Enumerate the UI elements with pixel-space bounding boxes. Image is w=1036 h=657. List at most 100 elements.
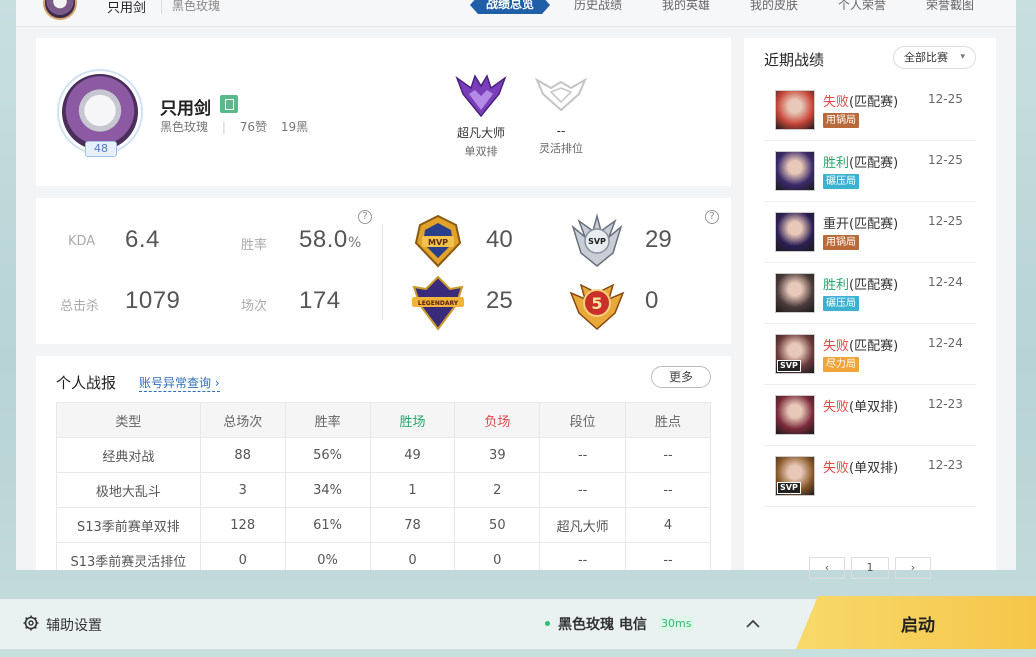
table-row: S13季前赛单双排 128 61% 78 50 超凡大师 4: [56, 507, 711, 543]
legendary-count: 25: [486, 287, 513, 314]
nav-server-name: 黑色玫瑰: [161, 0, 220, 14]
stats-card: KDA 6.4 胜率 58.0 % ? 总击杀 1079 场次 174 ? MV…: [36, 198, 731, 344]
cell: 0: [454, 542, 541, 570]
match-result: 失败(单双排): [823, 396, 898, 415]
result-text: 失败: [823, 339, 850, 354]
svp-medal-text: SVP: [588, 237, 606, 246]
table-row: 极地大乱斗 3 34% 1 2 -- --: [56, 472, 711, 508]
cell: 39: [454, 437, 541, 473]
bottom-edge: [0, 649, 1036, 657]
champion-portrait: [775, 212, 815, 252]
svp-badge: SVP: [777, 482, 801, 494]
match-row[interactable]: 重开(匹配赛) 用锅局 12-25: [764, 202, 976, 263]
pentakill-medal-icon: 5: [569, 283, 625, 331]
tab-honors[interactable]: 个人荣誉: [838, 0, 886, 13]
cell: 34%: [284, 472, 371, 508]
svp-badge: SVP: [777, 360, 801, 372]
cell: S13季前赛单双排: [56, 507, 201, 543]
match-result: 失败(匹配赛): [823, 91, 898, 110]
gear-icon[interactable]: [22, 614, 40, 632]
medals-help-icon[interactable]: ?: [705, 210, 719, 224]
cell: 1: [369, 472, 456, 508]
rank-flex-queue: 灵活排位: [539, 142, 583, 155]
match-row[interactable]: SVP 失败(匹配赛) 尽力局 12-24: [764, 324, 976, 385]
match-date: 12-23: [928, 397, 963, 411]
tab-history[interactable]: 历史战绩: [574, 0, 622, 13]
winrate-unit: %: [348, 235, 362, 251]
chevron-down-icon: ▾: [960, 52, 965, 62]
match-mode: (匹配赛): [849, 278, 899, 293]
assist-settings-button[interactable]: 辅助设置: [46, 615, 102, 635]
personal-report-card: 个人战报 账号异常查询 › 更多 类型 总场次 胜率 胜场 负场 段位 胜点 经…: [36, 356, 731, 570]
account-check-link[interactable]: 账号异常查询 ›: [139, 374, 220, 392]
match-filter-dropdown[interactable]: 全部比赛 ▾: [893, 46, 976, 69]
match-date: 12-25: [928, 214, 963, 228]
col-losses: 负场: [454, 402, 541, 438]
prev-page-button[interactable]: ‹: [809, 557, 845, 579]
tab-honor-screenshots[interactable]: 荣誉截图: [926, 0, 974, 13]
champion-portrait: [775, 90, 815, 130]
ping-badge: 30ms: [658, 616, 695, 631]
stats-help-icon[interactable]: ?: [358, 210, 372, 224]
profile-subline: 黑色玫瑰 | 76赞 19黑: [160, 118, 318, 135]
chevron-up-icon[interactable]: [745, 616, 761, 632]
match-row[interactable]: SVP 失败(单双排) 12-23: [764, 446, 976, 507]
cell: 78: [369, 507, 456, 543]
cell: 经典对战: [56, 437, 201, 473]
match-row[interactable]: 失败(单双排) 12-23: [764, 385, 976, 446]
match-date: 12-24: [928, 336, 963, 350]
match-row[interactable]: 胜利(匹配赛) 碾压局 12-24: [764, 263, 976, 324]
match-date: 12-25: [928, 92, 963, 106]
match-row[interactable]: 胜利(匹配赛) 碾压局 12-25: [764, 141, 976, 202]
cell: 0: [369, 542, 456, 570]
mvp-medal-text: MVP: [428, 238, 448, 247]
match-row[interactable]: 失败(匹配赛) 用锅局 12-25: [764, 80, 976, 141]
copy-icon[interactable]: [220, 95, 238, 113]
table-row: 经典对战 88 56% 49 39 -- --: [56, 437, 711, 473]
champion-portrait: [775, 273, 815, 313]
cell: 61%: [284, 507, 371, 543]
page-number[interactable]: 1: [851, 557, 889, 579]
next-page-button[interactable]: ›: [895, 557, 931, 579]
tab-my-skins[interactable]: 我的皮肤: [750, 0, 798, 13]
result-text: 失败: [823, 95, 850, 110]
cell: 4: [625, 507, 711, 543]
more-button[interactable]: 更多: [651, 366, 711, 388]
rank-solo-queue: 单双排: [464, 145, 498, 158]
rank-solo[interactable]: 超凡大师 单双排: [441, 74, 521, 159]
chevron-right-icon: ›: [214, 376, 220, 390]
cell: 超凡大师: [539, 507, 627, 543]
result-text: 重开: [823, 217, 850, 232]
blacks-count: 19黑: [280, 120, 309, 134]
account-check-label: 账号异常查询: [139, 376, 212, 390]
tab-my-heroes[interactable]: 我的英雄: [662, 0, 710, 13]
match-tag: 用锅局: [823, 235, 859, 250]
svp-medal-icon: SVP: [571, 213, 623, 267]
match-result: 重开(匹配赛): [823, 213, 898, 232]
match-tag: 用锅局: [823, 113, 859, 128]
pentakill-count: 0: [645, 287, 659, 314]
cell: 3: [199, 472, 286, 508]
nav-avatar[interactable]: [43, 0, 77, 20]
start-button[interactable]: 启动: [796, 596, 1036, 649]
server-select[interactable]: 黑色玫瑰 电信: [558, 614, 647, 634]
match-result: 胜利(匹配赛): [823, 152, 898, 171]
cell: --: [625, 437, 711, 473]
likes-count: 76赞: [239, 120, 267, 134]
cell: 50: [454, 507, 541, 543]
tab-overview[interactable]: 战绩总览: [470, 0, 550, 14]
winrate-value: 58.0: [299, 226, 348, 253]
cell: 0%: [284, 542, 371, 570]
champion-portrait: [775, 395, 815, 435]
col-wins: 胜场: [369, 402, 456, 438]
winrate-label: 胜率: [241, 238, 268, 253]
rank-flex[interactable]: -- 灵活排位: [521, 74, 601, 156]
nav-player-name: 只用剑: [107, 1, 147, 16]
match-tag: 碾压局: [823, 296, 859, 311]
cell: S13季前赛灵活排位: [56, 542, 201, 570]
match-result: 失败(匹配赛): [823, 335, 898, 354]
match-result: 胜利(匹配赛): [823, 274, 898, 293]
col-winrate: 胜率: [284, 402, 371, 438]
cell: --: [539, 472, 627, 508]
legendary-medal-text: LEGENDARY: [418, 300, 459, 307]
